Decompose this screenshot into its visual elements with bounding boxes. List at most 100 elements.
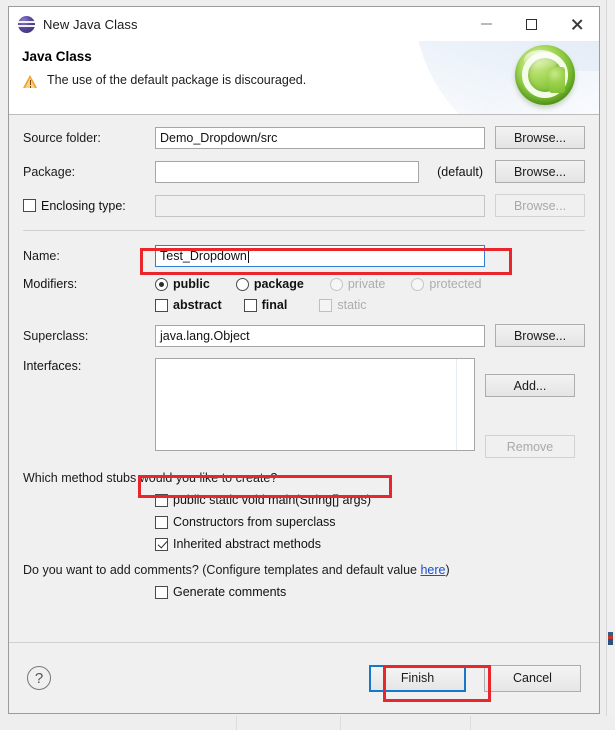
generate-comments-row[interactable]: Generate comments xyxy=(23,585,585,599)
package-browse-button[interactable]: Browse... xyxy=(495,160,585,183)
source-folder-browse-button[interactable]: Browse... xyxy=(495,126,585,149)
close-button[interactable] xyxy=(554,7,599,41)
modifier-private-label: private xyxy=(347,277,386,291)
new-java-class-dialog: New Java Class Java Class The use of the… xyxy=(8,6,600,714)
package-input[interactable] xyxy=(155,160,419,183)
page-title: Java Class xyxy=(22,49,92,64)
stub-constructors[interactable]: Constructors from superclass xyxy=(23,515,585,529)
stub-inherited-methods-label: Inherited abstract methods xyxy=(173,537,321,551)
superclass-browse-button[interactable]: Browse... xyxy=(495,324,585,347)
modifier-static-checkbox xyxy=(319,298,333,312)
modifier-protected: protected xyxy=(411,277,482,291)
modifier-static: static xyxy=(319,298,367,312)
superclass-label: Superclass: xyxy=(23,328,89,343)
class-name-input[interactable]: Test_Dropdown xyxy=(155,245,485,267)
comments-question-suffix: ) xyxy=(445,563,450,577)
modifier-abstract[interactable]: abstract xyxy=(155,298,222,312)
package-default-hint: (default) xyxy=(437,164,483,179)
interfaces-remove-button: Remove xyxy=(485,435,575,458)
source-folder-label: Source folder: xyxy=(23,130,101,145)
stub-main-method-checkbox[interactable] xyxy=(155,493,168,507)
text-caret xyxy=(247,249,249,263)
package-row: Package: (default) Browse... xyxy=(23,160,585,183)
stub-inherited-methods[interactable]: Inherited abstract methods xyxy=(23,537,585,551)
modifier-package-label: package xyxy=(253,277,304,291)
maximize-button[interactable] xyxy=(509,7,554,41)
section-divider-top xyxy=(23,230,585,231)
interfaces-label: Interfaces: xyxy=(23,359,82,373)
generate-comments-checkbox[interactable] xyxy=(155,585,168,599)
stub-main-method[interactable]: public static void main(String[] args) xyxy=(23,493,585,507)
dialog-footer: ? Finish Cancel xyxy=(9,642,599,713)
help-button[interactable]: ? xyxy=(27,666,51,690)
dialog-titlebar: New Java Class xyxy=(9,7,599,41)
source-folder-value: Demo_Dropdown/src xyxy=(160,130,278,145)
modifiers-row: Modifiers: public package private protec… xyxy=(23,277,585,291)
minimize-icon xyxy=(481,23,492,25)
stub-constructors-label: Constructors from superclass xyxy=(173,515,336,529)
modifiers-label: Modifiers: xyxy=(23,277,78,291)
modifier-public-label: public xyxy=(173,277,210,291)
comments-question-prefix: Do you want to add comments? (Configure … xyxy=(23,563,421,577)
modifier-final[interactable]: final xyxy=(243,298,288,312)
interfaces-add-button[interactable]: Add... xyxy=(485,374,575,397)
class-name-value: Test_Dropdown xyxy=(160,249,247,263)
background-window-artifact xyxy=(608,632,613,645)
cancel-button[interactable]: Cancel xyxy=(484,664,581,692)
stub-constructors-checkbox[interactable] xyxy=(155,515,168,529)
finish-button[interactable]: Finish xyxy=(369,664,466,692)
enclosing-type-row: Enclosing type: Browse... xyxy=(23,194,585,217)
enclosing-type-label: Enclosing type: xyxy=(41,198,126,213)
interfaces-row: Interfaces: Add... Remove xyxy=(23,358,585,458)
java-class-green-c-icon xyxy=(515,45,575,105)
interfaces-buttons: Add... Remove xyxy=(485,358,585,458)
generate-comments-label: Generate comments xyxy=(173,585,287,599)
modifier-package-radio[interactable] xyxy=(235,277,249,291)
modifier-protected-radio xyxy=(411,277,425,291)
modifier-static-label: static xyxy=(337,298,367,312)
class-name-label: Name: xyxy=(23,249,60,263)
modifier-final-checkbox[interactable] xyxy=(243,298,257,312)
method-stubs-question: Which method stubs would you like to cre… xyxy=(23,471,278,485)
modifier-private-radio xyxy=(329,277,343,291)
modifier-abstract-checkbox[interactable] xyxy=(155,298,168,312)
modifier-public[interactable]: public xyxy=(155,277,210,291)
enclosing-type-checkbox[interactable] xyxy=(23,199,36,212)
source-folder-input[interactable]: Demo_Dropdown/src xyxy=(155,126,485,149)
stub-main-method-label: public static void main(String[] args) xyxy=(173,493,371,507)
configure-templates-link[interactable]: here xyxy=(420,563,445,577)
screenshot-root: New Java Class Java Class The use of the… xyxy=(0,0,615,730)
interfaces-list[interactable] xyxy=(155,358,475,451)
source-folder-row: Source folder: Demo_Dropdown/src Browse.… xyxy=(23,126,585,149)
enclosing-type-input xyxy=(155,194,485,217)
desktop-bottom-strip xyxy=(0,716,615,730)
interfaces-list-divider xyxy=(456,359,457,450)
modifier-protected-label: protected xyxy=(429,277,482,291)
modifier-flags-row: abstract final static xyxy=(23,298,585,312)
dialog-body: Source folder: Demo_Dropdown/src Browse.… xyxy=(9,115,599,642)
enclosing-type-browse-button: Browse... xyxy=(495,194,585,217)
modifier-abstract-label: abstract xyxy=(173,298,222,312)
modifier-private: private xyxy=(329,277,386,291)
comments-question: Do you want to add comments? (Configure … xyxy=(23,563,585,577)
modifier-final-label: final xyxy=(261,298,288,312)
close-icon xyxy=(570,18,583,31)
minimize-button[interactable] xyxy=(464,7,509,41)
superclass-input[interactable]: java.lang.Object xyxy=(155,324,485,347)
enclosing-type-toggle[interactable]: Enclosing type: xyxy=(23,199,155,213)
window-controls xyxy=(464,7,599,41)
footer-buttons: Finish Cancel xyxy=(369,664,581,692)
eclipse-sphere-icon xyxy=(18,15,35,33)
background-window-edge xyxy=(606,0,615,730)
modifier-package[interactable]: package xyxy=(235,277,304,291)
package-label: Package: xyxy=(23,164,76,179)
stub-inherited-methods-checkbox[interactable] xyxy=(155,537,168,551)
maximize-icon xyxy=(526,18,537,30)
banner-message: The use of the default package is discou… xyxy=(47,73,307,87)
dialog-banner: Java Class The use of the default packag… xyxy=(9,41,599,115)
warning-triangle-icon xyxy=(23,75,38,89)
modifier-public-radio[interactable] xyxy=(155,277,168,291)
class-name-row: Name: Test_Dropdown xyxy=(23,245,585,267)
banner-message-row: The use of the default package is discou… xyxy=(23,73,306,89)
superclass-row: Superclass: java.lang.Object Browse... xyxy=(23,324,585,347)
